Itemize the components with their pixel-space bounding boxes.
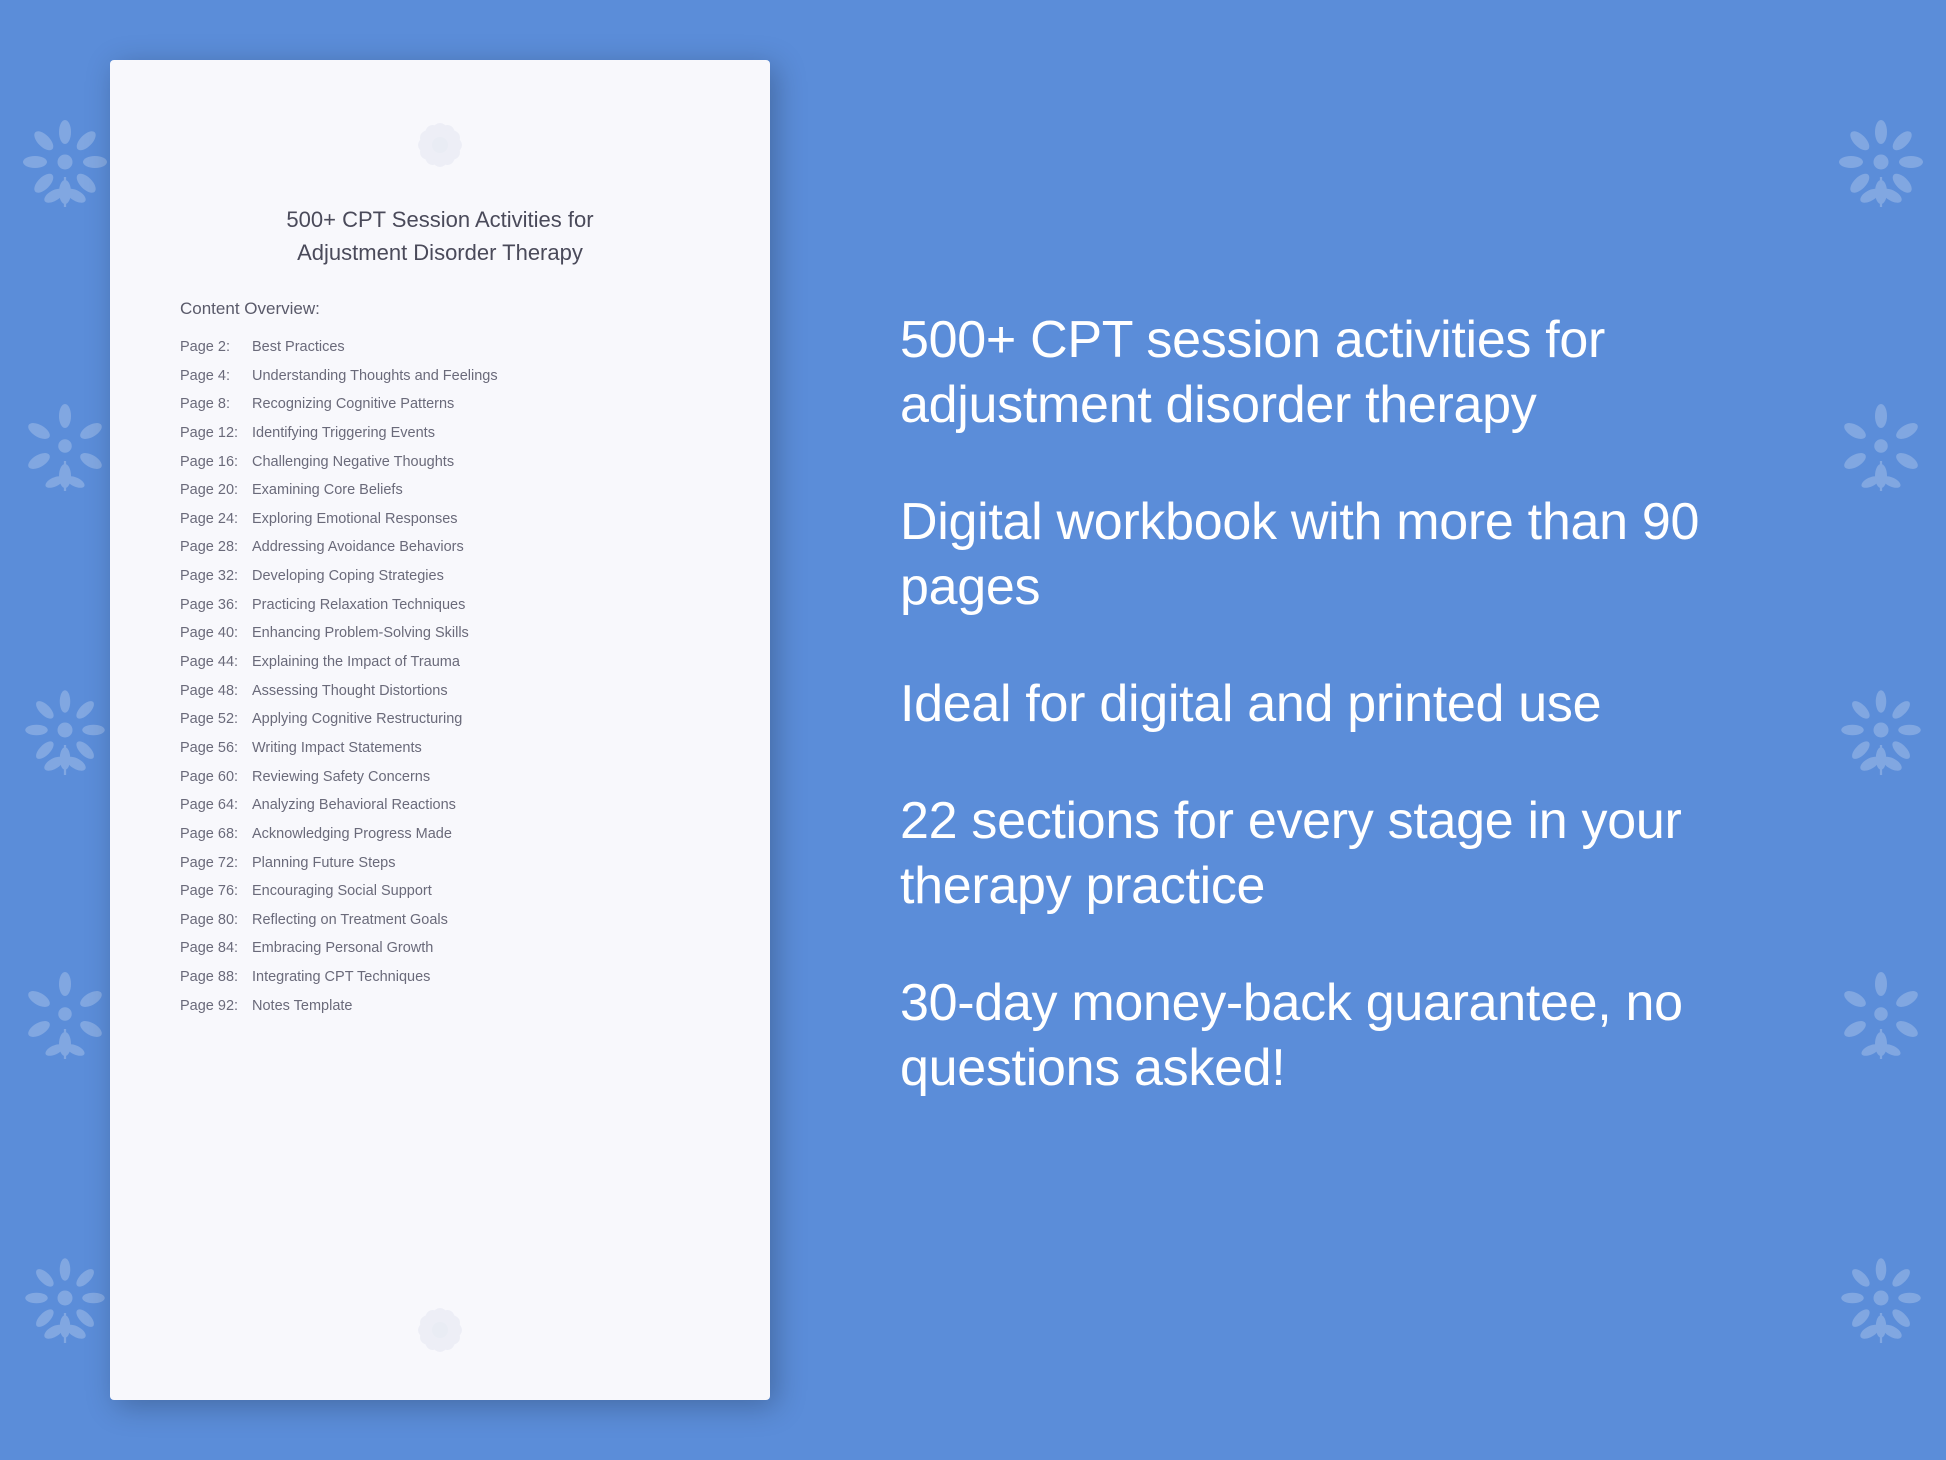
selling-point-block: Ideal for digital and printed use (900, 672, 1846, 737)
table-row: Page 80: Reflecting on Treatment Goals (180, 908, 700, 933)
toc-title: Examining Core Beliefs (252, 478, 403, 503)
document-title: 500+ CPT Session Activities for Adjustme… (180, 203, 700, 269)
selling-point-text: Digital workbook with more than 90 pages (900, 490, 1846, 620)
toc-page-number: Page 36: (180, 593, 252, 618)
toc-title: Assessing Thought Distortions (252, 679, 448, 704)
table-row: Page 76: Encouraging Social Support (180, 879, 700, 904)
floral-icon (20, 401, 110, 491)
document-page: 500+ CPT Session Activities for Adjustme… (110, 60, 770, 1400)
document-decoration-top (180, 120, 700, 175)
toc-title: Exploring Emotional Responses (252, 507, 458, 532)
toc-title: Encouraging Social Support (252, 879, 432, 904)
table-row: Page 8: Recognizing Cognitive Patterns (180, 392, 700, 417)
table-row: Page 56: Writing Impact Statements (180, 736, 700, 761)
table-row: Page 68: Acknowledging Progress Made (180, 822, 700, 847)
toc-page-number: Page 16: (180, 450, 252, 475)
table-row: Page 72: Planning Future Steps (180, 851, 700, 876)
table-row: Page 28: Addressing Avoidance Behaviors (180, 535, 700, 560)
table-row: Page 84: Embracing Personal Growth (180, 936, 700, 961)
table-row: Page 12: Identifying Triggering Events (180, 421, 700, 446)
document-decoration-bottom (180, 1285, 700, 1360)
selling-point-text: 22 sections for every stage in your ther… (900, 789, 1846, 919)
toc-title: Acknowledging Progress Made (252, 822, 452, 847)
table-row: Page 32: Developing Coping Strategies (180, 564, 700, 589)
toc-page-number: Page 56: (180, 736, 252, 761)
table-row: Page 24: Exploring Emotional Responses (180, 507, 700, 532)
toc-page-number: Page 24: (180, 507, 252, 532)
toc-page-number: Page 92: (180, 994, 252, 1019)
toc-title: Explaining the Impact of Trauma (252, 650, 460, 675)
toc-page-number: Page 40: (180, 621, 252, 646)
toc-title: Understanding Thoughts and Feelings (252, 364, 498, 389)
table-row: Page 48: Assessing Thought Distortions (180, 679, 700, 704)
floral-icon (20, 1253, 110, 1343)
toc-page-number: Page 72: (180, 851, 252, 876)
toc-title: Planning Future Steps (252, 851, 395, 876)
toc-title: Integrating CPT Techniques (252, 965, 430, 990)
selling-point-text: 30-day money-back guarantee, no question… (900, 971, 1846, 1101)
toc-title: Writing Impact Statements (252, 736, 422, 761)
toc-title: Identifying Triggering Events (252, 421, 435, 446)
toc-page-number: Page 88: (180, 965, 252, 990)
table-of-contents: Page 2: Best PracticesPage 4: Understand… (180, 335, 700, 1018)
toc-title: Analyzing Behavioral Reactions (252, 793, 456, 818)
toc-title: Embracing Personal Growth (252, 936, 433, 961)
toc-title: Challenging Negative Thoughts (252, 450, 454, 475)
toc-title: Developing Coping Strategies (252, 564, 444, 589)
table-row: Page 36: Practicing Relaxation Technique… (180, 593, 700, 618)
table-row: Page 88: Integrating CPT Techniques (180, 965, 700, 990)
toc-page-number: Page 80: (180, 908, 252, 933)
toc-page-number: Page 8: (180, 392, 252, 417)
table-row: Page 52: Applying Cognitive Restructurin… (180, 707, 700, 732)
table-row: Page 4: Understanding Thoughts and Feeli… (180, 364, 700, 389)
selling-point-block: 22 sections for every stage in your ther… (900, 789, 1846, 919)
selling-point-block: 30-day money-back guarantee, no question… (900, 971, 1846, 1101)
toc-title: Addressing Avoidance Behaviors (252, 535, 464, 560)
selling-point-block: 500+ CPT session activities for adjustme… (900, 308, 1846, 438)
table-row: Page 92: Notes Template (180, 994, 700, 1019)
toc-title: Reviewing Safety Concerns (252, 765, 430, 790)
toc-page-number: Page 68: (180, 822, 252, 847)
toc-page-number: Page 12: (180, 421, 252, 446)
right-panel: 500+ CPT session activities for adjustme… (840, 0, 1946, 1460)
toc-page-number: Page 60: (180, 765, 252, 790)
toc-title: Practicing Relaxation Techniques (252, 593, 465, 618)
table-row: Page 20: Examining Core Beliefs (180, 478, 700, 503)
table-row: Page 16: Challenging Negative Thoughts (180, 450, 700, 475)
toc-title: Best Practices (252, 335, 345, 360)
toc-title: Notes Template (252, 994, 352, 1019)
toc-page-number: Page 84: (180, 936, 252, 961)
toc-page-number: Page 32: (180, 564, 252, 589)
floral-icon (20, 117, 110, 207)
selling-point-text: 500+ CPT session activities for adjustme… (900, 308, 1846, 438)
table-row: Page 44: Explaining the Impact of Trauma (180, 650, 700, 675)
toc-page-number: Page 4: (180, 364, 252, 389)
table-row: Page 40: Enhancing Problem-Solving Skill… (180, 621, 700, 646)
toc-title: Reflecting on Treatment Goals (252, 908, 448, 933)
toc-page-number: Page 28: (180, 535, 252, 560)
table-row: Page 64: Analyzing Behavioral Reactions (180, 793, 700, 818)
table-row: Page 2: Best Practices (180, 335, 700, 360)
selling-point-block: Digital workbook with more than 90 pages (900, 490, 1846, 620)
table-row: Page 60: Reviewing Safety Concerns (180, 765, 700, 790)
content-overview-label: Content Overview: (180, 299, 700, 319)
floral-icon (20, 969, 110, 1059)
toc-title: Enhancing Problem-Solving Skills (252, 621, 469, 646)
selling-point-text: Ideal for digital and printed use (900, 672, 1846, 737)
toc-title: Recognizing Cognitive Patterns (252, 392, 454, 417)
toc-title: Applying Cognitive Restructuring (252, 707, 462, 732)
toc-page-number: Page 64: (180, 793, 252, 818)
toc-page-number: Page 76: (180, 879, 252, 904)
toc-page-number: Page 2: (180, 335, 252, 360)
toc-page-number: Page 20: (180, 478, 252, 503)
toc-page-number: Page 44: (180, 650, 252, 675)
toc-page-number: Page 52: (180, 707, 252, 732)
toc-page-number: Page 48: (180, 679, 252, 704)
floral-icon (20, 685, 110, 775)
